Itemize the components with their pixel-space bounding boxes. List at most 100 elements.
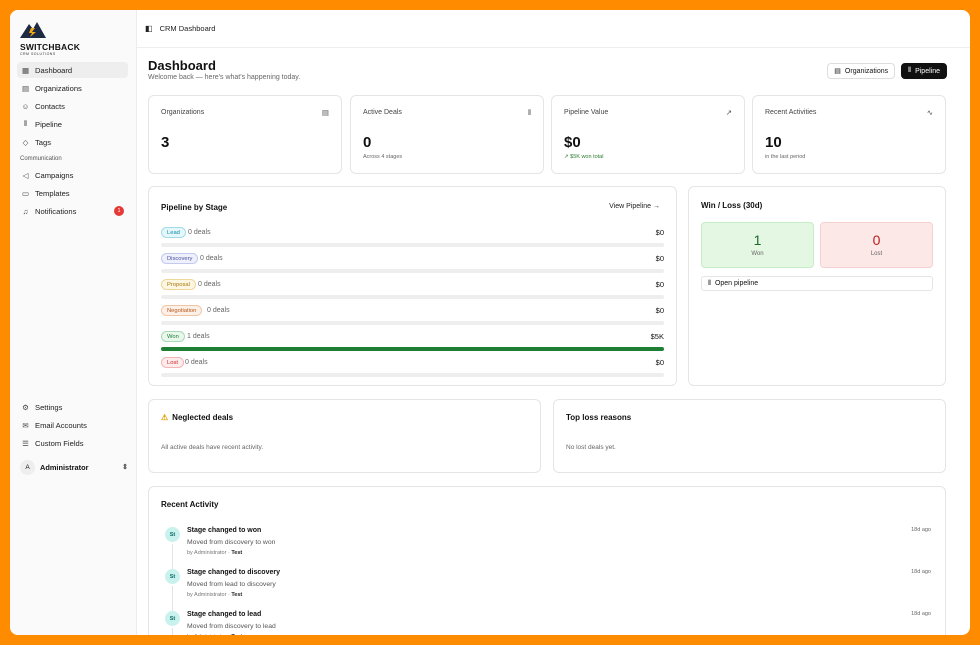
page-subtitle: Welcome back — here's what's happening t… xyxy=(148,74,301,81)
view-pipeline-link[interactable]: View Pipeline → xyxy=(609,203,660,210)
kanban-icon: ⫴ xyxy=(527,108,531,117)
stage-amount: $0 xyxy=(655,306,664,315)
sidebar-item-templates[interactable]: ▭ Templates xyxy=(17,185,128,201)
activity-timestamp: 18d ago xyxy=(911,611,931,617)
pipeline-by-stage-card: Pipeline by Stage View Pipeline → Lead 0 … xyxy=(148,186,677,386)
stage-row-negotiation[interactable]: Negotiation 0 deals $0 xyxy=(161,305,664,325)
nav-section-communication: Communication xyxy=(20,156,62,162)
activity-byline: by Administrator · Test xyxy=(187,634,242,635)
activity-item[interactable]: St Stage changed to discovery Moved from l… xyxy=(161,569,931,612)
activity-item[interactable]: St Stage changed to won Moved from discove… xyxy=(161,527,931,570)
stage-pill: Lead xyxy=(161,227,186,238)
activity-icon: ∿ xyxy=(926,108,933,117)
sidebar-item-settings[interactable]: ⚙ Settings xyxy=(17,399,128,415)
pipeline-button[interactable]: ⫴ Pipeline xyxy=(901,63,947,79)
avatar: A xyxy=(20,459,35,475)
sidebar: SWITCHBACK CRM SOLUTIONS ▦ Dashboard ▤ O… xyxy=(10,10,137,635)
sidebar-item-organizations[interactable]: ▤ Organizations xyxy=(17,80,128,96)
sidebar-item-pipeline[interactable]: ⫴ Pipeline xyxy=(17,116,128,132)
breadcrumb: CRM Dashboard xyxy=(159,24,216,33)
timeline-line xyxy=(172,544,173,570)
activity-target-link[interactable]: Test xyxy=(231,592,242,598)
lost-label: Lost xyxy=(870,251,883,257)
kanban-icon: ⫴ xyxy=(23,119,28,128)
card-title: ⚠ Neglected deals xyxy=(161,413,233,422)
list-icon: ☰ xyxy=(22,438,29,448)
sidebar-toggle-icon[interactable]: ◧ xyxy=(145,24,153,33)
stage-row-lost[interactable]: Lost 0 deals $0 xyxy=(161,357,664,377)
sidebar-item-tags[interactable]: ◇ Tags xyxy=(17,134,128,150)
stage-row-lead[interactable]: Lead 0 deals $0 xyxy=(161,227,664,247)
stage-pill: Proposal xyxy=(161,279,196,290)
activity-target-link[interactable]: Test xyxy=(231,634,242,635)
brand-logo[interactable]: SWITCHBACK CRM SOLUTIONS xyxy=(20,20,80,56)
won-count: 1 xyxy=(753,232,762,248)
stat-note: Across 4 stages xyxy=(363,154,403,160)
warning-icon: ⚠ xyxy=(161,413,169,422)
sidebar-item-campaigns[interactable]: ◁ Campaigns xyxy=(17,167,128,183)
sidebar-item-label: Notifications xyxy=(35,206,77,216)
open-pipeline-button[interactable]: ⫴ Open pipeline xyxy=(701,276,933,291)
won-label: Won xyxy=(751,251,764,257)
sidebar-item-label: Email Accounts xyxy=(35,420,87,430)
stage-count: 0 deals xyxy=(200,255,223,262)
stage-amount: $0 xyxy=(655,254,664,263)
activity-timestamp: 18d ago xyxy=(911,569,931,575)
activity-avatar: St xyxy=(165,569,180,584)
sidebar-item-custom-fields[interactable]: ☰ Custom Fields xyxy=(17,435,128,451)
activity-author: by Administrator · xyxy=(187,592,230,598)
activity-target-link[interactable]: Test xyxy=(231,550,242,556)
sidebar-item-label: Pipeline xyxy=(35,119,63,129)
stage-progress-fill xyxy=(161,347,664,351)
stat-value: 0 xyxy=(363,134,372,151)
stat-card-organizations[interactable]: Organizations ▤ 3 xyxy=(148,95,342,174)
activity-detail: Moved from discovery to lead xyxy=(187,623,276,630)
sidebar-item-label: Organizations xyxy=(35,83,82,93)
stat-note: ↗ $5K won total xyxy=(564,154,604,160)
empty-state: All active deals have recent activity. xyxy=(161,444,264,451)
sidebar-item-contacts[interactable]: ☺ Contacts xyxy=(17,98,128,114)
stage-count: 1 deals xyxy=(187,333,210,340)
stat-card-active-deals[interactable]: Active Deals ⫴ 0 Across 4 stages xyxy=(350,95,544,174)
empty-state: No lost deals yet. xyxy=(566,444,616,451)
stat-card-pipeline-value[interactable]: Pipeline Value ↗ $0 ↗ $5K won total xyxy=(551,95,745,174)
stage-count: 0 deals xyxy=(198,281,221,288)
stage-row-proposal[interactable]: Proposal 0 deals $0 xyxy=(161,279,664,299)
activity-item[interactable]: St Stage changed to lead Moved from discov… xyxy=(161,611,931,635)
main-nav: ▦ Dashboard ▤ Organizations ☺ Contacts ⫴… xyxy=(17,62,128,221)
chevron-up-down-icon: ⇕ xyxy=(122,464,128,471)
stat-value: 3 xyxy=(161,134,170,151)
stat-note: in the last period xyxy=(765,154,806,160)
stage-row-won[interactable]: Won 1 deals $5K xyxy=(161,331,664,351)
stage-amount: $0 xyxy=(655,358,664,367)
button-label: Open pipeline xyxy=(714,280,759,287)
stage-amount: $0 xyxy=(655,228,664,237)
card-title-text: Neglected deals xyxy=(172,413,234,422)
activity-avatar: St xyxy=(165,527,180,542)
stage-pill: Lost xyxy=(161,357,184,368)
stage-pill: Discovery xyxy=(161,253,199,264)
stat-value: $0 xyxy=(564,134,581,151)
user-menu[interactable]: A Administrator ⇕ xyxy=(20,458,128,476)
sidebar-item-email-accounts[interactable]: ✉ Email Accounts xyxy=(17,417,128,433)
sidebar-item-label: Custom Fields xyxy=(35,438,84,448)
stat-value: 10 xyxy=(765,134,782,151)
organizations-button[interactable]: ▤ Organizations xyxy=(827,63,896,79)
stage-count: 0 deals xyxy=(185,359,208,366)
stat-label: Organizations xyxy=(161,109,205,116)
stage-pill: Negotiation xyxy=(161,305,203,316)
sidebar-item-dashboard[interactable]: ▦ Dashboard xyxy=(17,62,128,78)
activity-detail: Moved from lead to discovery xyxy=(187,581,276,588)
stat-label: Recent Activities xyxy=(765,109,817,116)
stat-card-recent-activities[interactable]: Recent Activities ∿ 10 in the last perio… xyxy=(752,95,946,174)
activity-timestamp: 18d ago xyxy=(911,527,931,533)
activity-detail: Moved from discovery to won xyxy=(187,539,276,546)
topbar: ◧ CRM Dashboard xyxy=(137,10,970,48)
stage-row-discovery[interactable]: Discovery 0 deals $0 xyxy=(161,253,664,273)
kanban-icon: ⫴ xyxy=(708,279,711,287)
activity-title: Stage changed to lead xyxy=(187,611,262,618)
stage-progress-bar xyxy=(161,321,664,325)
kanban-icon: ⫴ xyxy=(908,67,912,74)
sidebar-item-notifications[interactable]: ♫ Notifications 1 xyxy=(17,203,128,219)
mountain-logo-icon xyxy=(20,22,46,38)
